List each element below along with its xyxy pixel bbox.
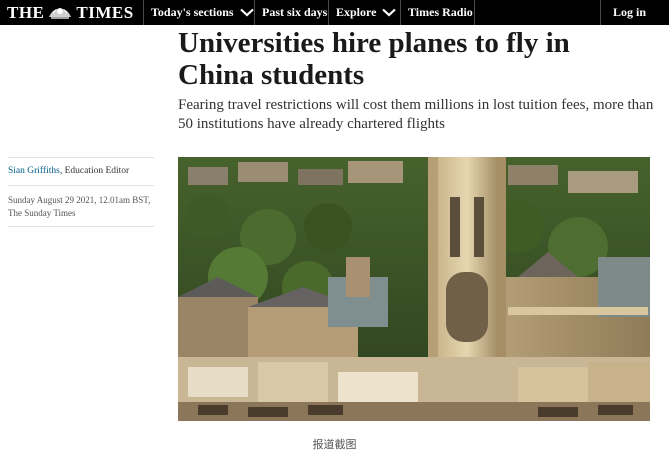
nav-divider bbox=[474, 0, 475, 25]
article-headline: Universities hire planes to fly in China… bbox=[178, 27, 570, 91]
dateline: Sunday August 29 2021, 12.01am BST, The … bbox=[8, 194, 158, 219]
bristol-university-tower-image bbox=[178, 157, 650, 421]
byline-divider bbox=[8, 157, 154, 158]
nav-todays-sections-label: Today's sections bbox=[151, 5, 234, 19]
publish-date: Sunday August 29 2021, 12.01am BST, bbox=[8, 195, 151, 205]
login-button[interactable]: Log in bbox=[613, 0, 646, 25]
article-photo bbox=[178, 157, 650, 421]
nav-times-radio[interactable]: Times Radio bbox=[408, 0, 473, 25]
logo-word-times: TIMES bbox=[76, 2, 134, 22]
nav-todays-sections[interactable]: Today's sections bbox=[151, 0, 254, 25]
nav-divider bbox=[328, 0, 329, 25]
login-label: Log in bbox=[613, 5, 647, 19]
chevron-down-icon bbox=[239, 8, 254, 17]
nav-past-six-days-label: Past six days bbox=[262, 5, 328, 19]
article-standfirst: Fearing travel restrictions will cost th… bbox=[178, 97, 654, 132]
byline-divider bbox=[8, 226, 154, 227]
author-link[interactable]: Sian Griffiths bbox=[8, 166, 60, 176]
image-caption: 报道截图 bbox=[312, 438, 357, 451]
nav-divider bbox=[254, 0, 255, 25]
byline-divider bbox=[8, 185, 154, 186]
nav-divider bbox=[143, 0, 144, 25]
nav-past-six-days[interactable]: Past six days bbox=[262, 0, 327, 25]
logo-word-the: THE bbox=[7, 2, 45, 22]
publication-name: The Sunday Times bbox=[8, 207, 76, 218]
chevron-down-icon bbox=[382, 8, 397, 17]
nav-explore-label: Explore bbox=[336, 5, 377, 19]
times-logo[interactable]: THE TIMES bbox=[7, 3, 134, 22]
nav-explore[interactable]: Explore bbox=[336, 0, 397, 25]
top-nav-bar: THE TIMES Today's sections Past six days… bbox=[0, 0, 669, 25]
nav-times-radio-label: Times Radio bbox=[408, 5, 473, 19]
byline: Sian Griffiths, Education Editor bbox=[8, 166, 129, 176]
nav-divider bbox=[600, 0, 601, 25]
crest-icon bbox=[49, 8, 72, 19]
nav-divider bbox=[400, 0, 401, 25]
author-role: , Education Editor bbox=[59, 166, 130, 176]
